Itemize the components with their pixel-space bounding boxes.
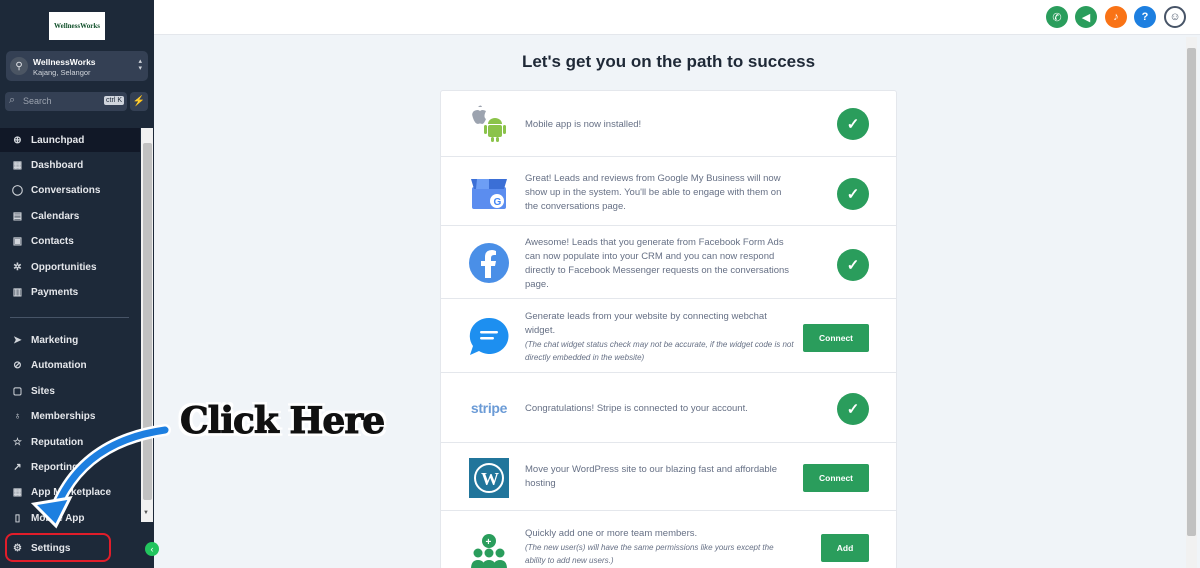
connect-webchat-button[interactable]: Connect xyxy=(803,324,869,352)
row-text: Generate leads from your website by conn… xyxy=(525,310,795,364)
grid-icon: ▦ xyxy=(12,159,23,171)
sidebar-item-label: Sites xyxy=(31,385,55,397)
list-item: Mobile app is now installed! ✓ xyxy=(441,91,896,157)
notifications-button[interactable]: ♪ xyxy=(1105,6,1127,28)
location-icon: ⚲ xyxy=(10,57,28,75)
sidebar-item-label: Calendars xyxy=(31,210,80,222)
sidebar-item-launchpad[interactable]: ⊕ Launchpad xyxy=(0,128,140,152)
stripe-logo-text: stripe xyxy=(470,400,508,416)
help-icon: ? xyxy=(1141,11,1149,23)
row-text: Congratulations! Stripe is connected to … xyxy=(525,403,748,414)
google-my-business-icon: G xyxy=(468,171,510,213)
page-scrollbar-thumb[interactable] xyxy=(1187,48,1196,536)
sidebar-item-label: Payments xyxy=(31,286,79,298)
apple-android-icon xyxy=(468,103,510,145)
onboarding-card: Mobile app is now installed! ✓ G Great! … xyxy=(440,90,897,568)
announcements-button[interactable]: ◀ xyxy=(1075,6,1097,28)
phone-button[interactable]: ✆ xyxy=(1046,6,1068,28)
receipt-icon: ▥ xyxy=(12,286,23,298)
sidebar-item-label: Marketing xyxy=(31,334,79,346)
sidebar-item-payments[interactable]: ▥ Payments xyxy=(0,280,140,304)
avatar[interactable]: ☺ xyxy=(1164,6,1186,28)
send-icon: ➤ xyxy=(13,334,22,346)
quick-actions-button[interactable]: ⚡ xyxy=(130,92,148,111)
search-input[interactable]: ⌕ Search ctrl K xyxy=(5,92,127,111)
rocket-icon: ⊕ xyxy=(13,134,22,146)
svg-text:G: G xyxy=(494,197,502,208)
sidebar-item-automation[interactable]: ⊘ Automation xyxy=(0,353,140,377)
logo-text: WellnessWorks xyxy=(54,22,100,30)
help-button[interactable]: ? xyxy=(1134,6,1156,28)
search-icon: ⌕ xyxy=(9,94,16,106)
svg-text:+: + xyxy=(486,537,492,548)
connect-wordpress-button[interactable]: Connect xyxy=(803,464,869,492)
add-team-member-button[interactable]: Add xyxy=(821,534,869,562)
sidebar-divider xyxy=(10,317,129,318)
contacts-icon: ▣ xyxy=(12,235,23,247)
list-item: G Great! Leads and reviews from Google M… xyxy=(441,157,896,226)
account-switcher[interactable]: ⚲ WellnessWorks Kajang, Selangor ▴ ▾ xyxy=(6,51,148,81)
search-shortcut: ctrl K xyxy=(104,96,124,105)
stripe-logo: stripe xyxy=(468,387,510,429)
row-text: Mobile app is now installed! xyxy=(525,119,642,130)
chevron-left-icon: ‹ xyxy=(150,544,154,554)
phone-icon: ✆ xyxy=(1052,11,1062,24)
row-text: Move your WordPress site to our blazing … xyxy=(525,464,778,489)
account-location: Kajang, Selangor xyxy=(33,68,91,77)
sidebar-item-sites[interactable]: ▢ Sites xyxy=(0,379,140,403)
check-icon: ✓ xyxy=(837,108,869,140)
sidebar-item-conversations[interactable]: ◯ Conversations xyxy=(0,178,140,202)
webchat-icon xyxy=(468,316,510,358)
team-icon: + xyxy=(468,531,510,568)
click-here-callout: Click Here xyxy=(179,400,385,443)
check-icon: ✓ xyxy=(837,178,869,210)
wordpress-icon: W xyxy=(468,457,510,499)
row-main-text: Generate leads from your website by conn… xyxy=(525,311,767,336)
row-text: Great! Leads and reviews from Google My … xyxy=(525,173,782,212)
megaphone-icon: ◀ xyxy=(1081,11,1091,24)
list-item: W Move your WordPress site to our blazin… xyxy=(441,443,896,511)
sidebar-item-label: Launchpad xyxy=(31,134,85,146)
facebook-icon xyxy=(468,242,510,284)
page-title: Let's get you on the path to success xyxy=(521,52,816,71)
sidebar-item-marketing[interactable]: ➤ Marketing xyxy=(0,328,140,352)
row-text: Awesome! Leads that you generate from Fa… xyxy=(525,237,790,290)
sidebar-item-contacts[interactable]: ▣ Contacts xyxy=(0,229,140,253)
calendar-icon: ▤ xyxy=(12,210,23,222)
check-icon: ✓ xyxy=(837,249,869,281)
bell-icon: ♪ xyxy=(1113,11,1119,23)
collapse-sidebar-button[interactable]: ‹ xyxy=(145,542,159,556)
callout-arrow-icon xyxy=(30,424,171,529)
user-avatar-icon: ☺ xyxy=(1169,11,1181,23)
row-main-text: Quickly add one or more team members. xyxy=(525,528,698,539)
chat-icon: ◯ xyxy=(11,184,24,196)
list-item: Awesome! Leads that you generate from Fa… xyxy=(441,226,896,299)
check-icon: ✓ xyxy=(837,393,869,425)
row-note: (The chat widget status check may not be… xyxy=(525,340,794,362)
globe-icon: ▢ xyxy=(12,385,23,397)
top-header: ✆ ◀ ♪ ? ☺ xyxy=(154,0,1200,35)
sidebar-item-label: Opportunities xyxy=(31,261,97,273)
sidebar-item-label: Automation xyxy=(31,359,87,371)
sidebar-item-dashboard[interactable]: ▦ Dashboard xyxy=(0,153,140,177)
row-note: (The new user(s) will have the same perm… xyxy=(525,543,774,565)
lightning-icon: ⚡ xyxy=(132,96,146,107)
sidebar-item-label: Contacts xyxy=(31,235,74,247)
svg-text:W: W xyxy=(481,469,499,489)
list-item: + Quickly add one or more team members. … xyxy=(441,511,896,568)
list-item: stripe Congratulations! Stripe is connec… xyxy=(441,373,896,443)
list-item: Generate leads from your website by conn… xyxy=(441,299,896,373)
sidebar-item-calendars[interactable]: ▤ Calendars xyxy=(0,204,140,228)
automation-icon: ⊘ xyxy=(13,359,22,371)
sidebar-item-opportunities[interactable]: ✲ Opportunities xyxy=(0,255,140,279)
sidebar-item-label: Conversations xyxy=(31,184,101,196)
search-placeholder: Search xyxy=(23,96,52,106)
sidebar-item-label: Dashboard xyxy=(31,159,84,171)
row-text: Quickly add one or more team members. (T… xyxy=(525,527,795,567)
network-icon: ✲ xyxy=(13,261,22,273)
chevron-updown-icon: ▴ ▾ xyxy=(138,58,142,72)
company-logo[interactable]: WellnessWorks xyxy=(49,12,105,40)
account-name: WellnessWorks xyxy=(33,57,96,67)
